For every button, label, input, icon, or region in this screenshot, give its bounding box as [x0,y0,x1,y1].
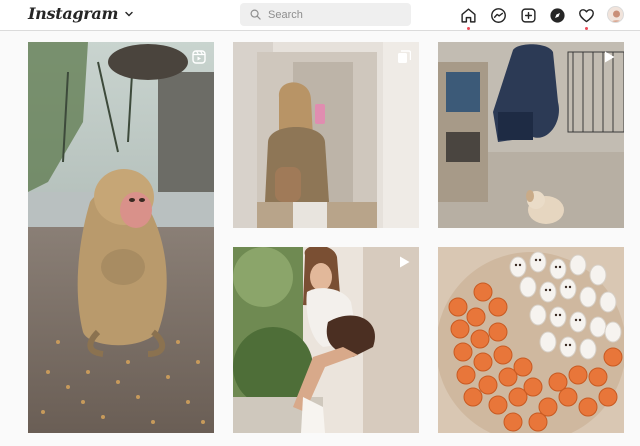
home-icon [460,7,476,23]
nav-home[interactable] [458,5,478,30]
search-icon [250,9,261,20]
mirror-selfie-photo [233,42,419,228]
search-input[interactable] [268,8,408,21]
heart-icon [578,8,594,22]
instagram-logo[interactable]: Instagram [28,4,134,23]
top-navigation-bar: Instagram [0,0,640,31]
reels-icon [192,50,206,64]
play-icon [605,51,615,63]
post-ghost-cookies[interactable] [438,247,624,433]
monkey-photo [28,42,214,433]
activity-notification-dot [584,27,588,30]
plus-square-icon [520,7,536,23]
nav-direct[interactable] [488,5,508,25]
avatar-image [608,7,623,22]
woman-sitting-photo [233,247,419,433]
home-notification-dot [466,27,470,30]
messenger-icon [490,7,506,23]
profile-avatar[interactable] [607,6,624,23]
carousel-icon [398,50,411,63]
compass-icon [549,7,565,23]
nav-new-post[interactable] [518,5,538,25]
post-mirror-selfie[interactable] [233,42,419,228]
post-monkey[interactable] [28,42,214,433]
search-box[interactable] [240,3,411,26]
nav-activity[interactable] [576,5,596,30]
puppy-photo [438,42,624,228]
chevron-down-icon [125,11,133,16]
play-icon [400,256,410,268]
nav-explore[interactable] [547,5,567,25]
post-woman-sitting[interactable] [233,247,419,433]
logo-wordmark: Instagram [28,4,119,23]
ghost-cookies-photo [438,247,624,433]
post-puppy[interactable] [438,42,624,228]
